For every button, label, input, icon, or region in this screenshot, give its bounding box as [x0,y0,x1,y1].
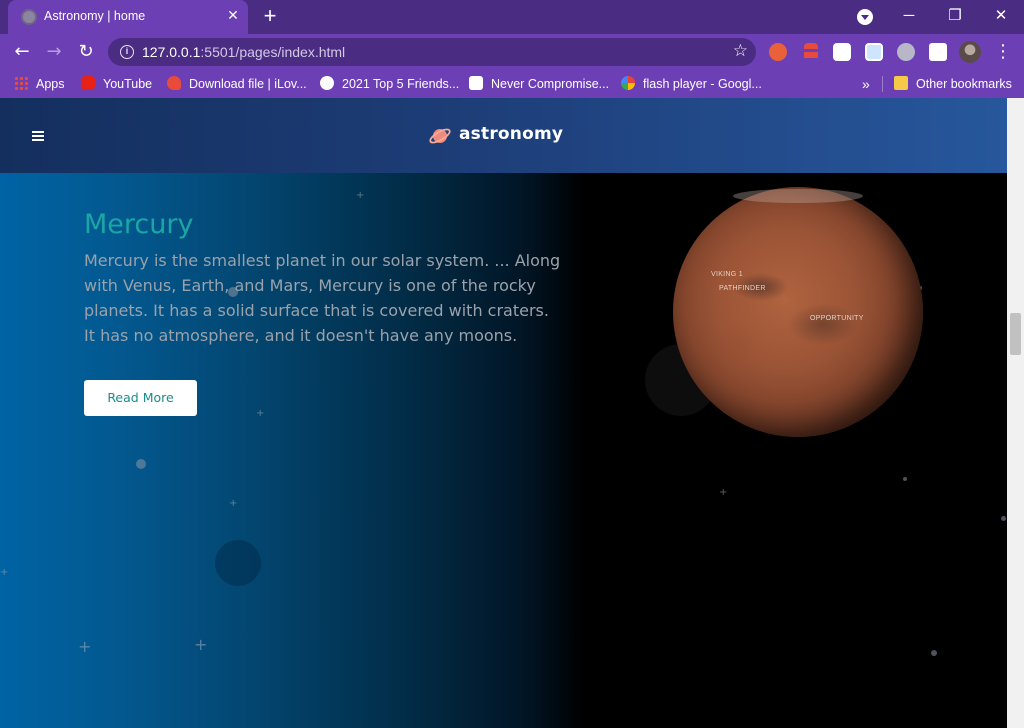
sparkle-star: + [719,487,728,498]
back-button[interactable]: ← [10,40,34,64]
extensions-puzzle-icon[interactable] [929,43,947,61]
bookmark-other[interactable]: Other bookmarks [894,76,1012,94]
sparkle-star: + [256,408,265,419]
tab-title: Astronomy | home [44,9,146,23]
apps-grid-icon [14,76,28,90]
hamburger-menu-icon[interactable] [32,131,44,141]
polar-cap [733,189,863,203]
info-icon[interactable]: i [120,45,134,59]
page-scrollbar[interactable] [1007,98,1024,728]
sparkle-star: + [229,498,238,509]
bookmark-never-compromise[interactable]: Never Compromise... [469,76,609,94]
planet-image: VIKING 1 PATHFINDER OPPORTUNITY [673,187,923,437]
forward-button[interactable]: → [42,40,66,64]
globe-favicon-icon [21,9,37,25]
bookmark-flash-player[interactable]: flash player - Googl... [621,76,762,94]
folder-icon [894,76,908,90]
restore-button[interactable]: ❐ [941,4,969,28]
minimize-button[interactable]: ─ [895,4,923,28]
extension-infinity-icon[interactable] [769,43,787,61]
web-page: + + + + + + + + astronomy Mercury Mercur… [0,98,1007,728]
close-tab-icon[interactable]: ✕ [223,6,243,26]
google-icon [621,76,635,90]
scrollbar-thumb[interactable] [1010,313,1021,355]
sparkle-star: + [78,637,92,656]
browser-menu-icon[interactable]: ⋮ [994,40,1012,64]
bookmarks-overflow-icon[interactable]: » [862,76,870,94]
extension-screen-icon[interactable] [865,43,883,61]
sparkle-star: + [356,190,365,201]
globe-icon [320,76,334,90]
youtube-icon [81,76,95,90]
browser-toolbar: ← → ↻ i 127.0.0.1:5501/pages/index.html … [0,34,1024,70]
planet-label: VIKING 1 [711,271,743,278]
close-window-button[interactable]: ✕ [987,4,1015,28]
sparkle-star: + [0,567,9,578]
extension-globe-icon[interactable] [897,43,915,61]
dust-dot [903,477,907,481]
planet-logo-icon [429,128,451,144]
site-header: astronomy [0,98,1007,173]
blurred-orb [215,540,261,586]
bookmark-apps[interactable]: Apps [14,76,65,94]
site-logo[interactable]: astronomy [459,124,563,144]
bookmark-star-icon[interactable]: ☆ [733,41,748,61]
extension-stripes-icon[interactable] [804,43,818,61]
extension-cloud-icon[interactable] [833,43,851,61]
sparkle-star: + [194,635,208,654]
bookmarks-bar: Apps YouTube Download file | iLov... 202… [0,70,1024,98]
planet-label: PATHFINDER [719,285,766,292]
bookmark-youtube[interactable]: YouTube [81,76,152,94]
bookmark-top5-friends[interactable]: 2021 Top 5 Friends... [320,76,459,94]
url-text[interactable]: 127.0.0.1:5501/pages/index.html [142,44,345,60]
tab-search-icon[interactable] [857,9,873,25]
tab-bar: Astronomy | home ✕ + ─ ❐ ✕ [0,0,1024,34]
dust-dot [931,650,937,656]
heart-icon [167,76,181,90]
address-bar[interactable]: i 127.0.0.1:5501/pages/index.html ☆ [108,38,756,66]
tab-active[interactable]: Astronomy | home ✕ [8,0,248,34]
reload-button[interactable]: ↻ [74,40,98,64]
hero-title: Mercury [84,209,194,240]
planet-label: OPPORTUNITY [810,315,864,322]
bookmarks-separator [882,76,883,92]
badge-icon [469,76,483,90]
new-tab-button[interactable]: + [258,5,282,29]
dust-dot [1001,516,1006,521]
read-more-button[interactable]: Read More [84,380,197,416]
hero-description: Mercury is the smallest planet in our so… [84,251,561,345]
profile-avatar[interactable] [959,41,981,63]
dust-dot [136,459,146,469]
bookmark-download-file[interactable]: Download file | iLov... [167,76,307,94]
